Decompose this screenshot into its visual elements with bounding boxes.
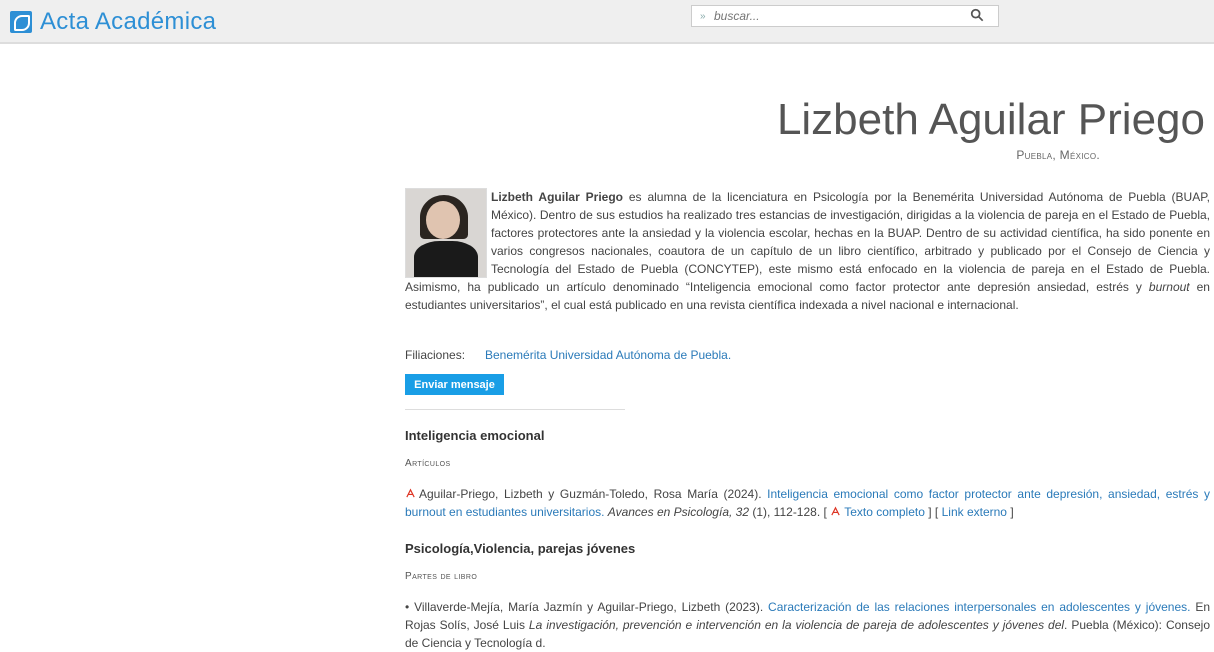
full-text-link[interactable]: Texto completo — [844, 505, 925, 519]
section-subtitle: Artículos — [405, 458, 451, 469]
entry-journal: Avances en Psicología, 32 — [607, 505, 750, 519]
affiliations: Filiaciones: Benemérita Universidad Autó… — [405, 348, 731, 362]
bio-name: Lizbeth Aguilar Priego — [491, 190, 623, 204]
divider — [405, 409, 625, 410]
affiliations-label: Filiaciones: — [405, 348, 466, 362]
search-box: » — [691, 5, 999, 27]
send-message-button[interactable]: Enviar mensaje — [405, 374, 504, 395]
chevron-down-icon[interactable]: » — [700, 11, 710, 22]
pdf-icon[interactable] — [830, 506, 841, 517]
bracket-end: ] — [1010, 505, 1014, 519]
profile-name: Lizbeth Aguilar Priego — [776, 95, 1205, 144]
search-icon[interactable] — [970, 8, 986, 24]
bio-emphasis: burnout — [1148, 280, 1190, 294]
avatar — [405, 188, 487, 278]
entry-authors: Villaverde-Mejía, María Jazmín y Aguilar… — [414, 600, 769, 614]
entry-book: La investigación, prevención e intervenc… — [528, 618, 1065, 632]
section-title: Psicología,Violencia, parejas jóvenes — [405, 541, 636, 556]
profile-location: Puebla, México. — [1016, 148, 1100, 162]
section-subtitle: Partes de libro — [405, 571, 478, 582]
external-link[interactable]: Link externo — [942, 505, 1007, 519]
section-title: Inteligencia emocional — [405, 428, 545, 443]
site-logo[interactable]: Acta Académica — [10, 8, 216, 36]
top-bar: Acta Académica » — [0, 0, 1214, 44]
logo-icon — [10, 11, 32, 33]
search-input[interactable] — [710, 9, 974, 23]
entry-authors: Aguilar-Priego, Lizbeth y Guzmán-Toledo,… — [419, 487, 768, 501]
list-item: • Villaverde-Mejía, María Jazmín y Aguil… — [405, 598, 1210, 652]
bio-text: es alumna de la licenciatura en Psicolog… — [405, 190, 1210, 294]
list-item: Aguilar-Priego, Lizbeth y Guzmán-Toledo,… — [405, 485, 1210, 521]
pdf-icon[interactable] — [405, 488, 416, 499]
profile-bio: Lizbeth Aguilar Priego es alumna de la l… — [405, 188, 1210, 314]
bracket: ] [ — [928, 505, 939, 519]
bullet: • — [405, 600, 410, 614]
entry-details: (1), 112-128. [ — [749, 505, 827, 519]
site-title[interactable]: Acta Académica — [40, 8, 216, 36]
affiliation-link[interactable]: Benemérita Universidad Autónoma de Puebl… — [485, 348, 731, 362]
entry-title-link[interactable]: Caracterización de las relaciones interp… — [768, 600, 1190, 614]
